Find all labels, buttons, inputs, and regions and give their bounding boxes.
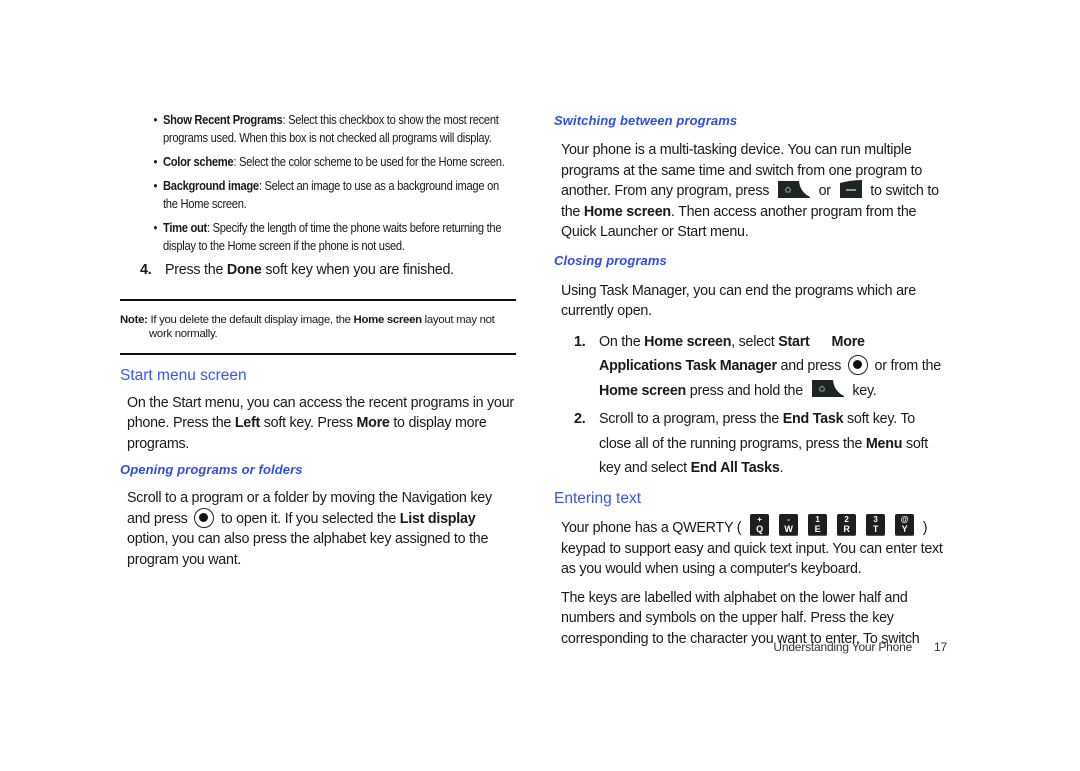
footer-section-title: Understanding Your Phone [773,640,913,654]
end-key-icon [839,179,863,199]
left-column: • Show Recent Programs: Select this check… [120,111,516,570]
navigation-ok-key-icon [847,355,868,376]
qwerty-key-y-icon: @ Y [894,513,914,536]
note-box: Note: If you delete the default display … [120,299,516,355]
bullet-item: • Background image: Select an image to us… [153,178,500,212]
qwerty-key-w-icon: -W [778,513,798,536]
closing-intro: Using Task Manager, you can end the prog… [561,282,916,320]
switching-paragraph: Your phone is a multi-tasking device. Yo… [561,142,939,240]
right-column: Switching between programs Your phone is… [554,111,950,649]
qwerty-key-q-icon: + Q [749,513,769,536]
bullet-icon: • [153,220,158,236]
subheading-closing-programs: Closing programs [554,252,667,268]
bullet-icon: • [153,178,158,194]
qwerty-key-t-icon: 3T [865,513,885,536]
page-number: 17 [934,640,947,654]
bullet-item: • Show Recent Programs: Select this check… [153,112,499,145]
page-footer: Understanding Your Phone 17 [773,640,947,654]
closing-step-2: 2. Scroll to a program, press the End Tas… [574,411,928,476]
bullet-item: • Time out: Specify the length of time th… [153,220,502,254]
home-key-icon [811,379,845,398]
note-bottom-divider [120,352,516,355]
section-heading-entering-text: Entering text [554,489,642,507]
step-4: 4. Press the Done soft key when you are f… [140,261,454,278]
closing-step-1: 1. On the Home screen, select Start MoreAp… [574,333,941,399]
subheading-switching-programs: Switching between programs [554,113,738,128]
settings-bullet-list: • Show Recent Programs: Select this check… [120,111,515,255]
opening-paragraph: Scroll to a program or a folder by movin… [127,490,492,568]
section-heading-start-menu: Start menu screen [120,366,247,384]
navigation-ok-key-icon [194,508,215,529]
entering-paragraph-1: Your phone has a QWERTY ( + Q - W 1 E 2 R 3 T @ Y )… [561,513,943,577]
qwerty-key-r-icon: 2R [836,513,856,536]
subheading-opening-programs: Opening programs or folders [120,462,303,478]
qwerty-key-e-icon: 1E [807,513,827,536]
home-key-icon [777,180,811,199]
manual-page: • Show Recent Programs: Select this check… [0,0,1080,771]
bullet-icon: • [153,154,158,170]
start-menu-paragraph: On the Start menu, you can access the re… [127,394,514,452]
bullet-icon: • [153,112,158,127]
bullet-item: • Color scheme: Select the color scheme t… [153,154,505,170]
note-label: Note: [120,314,148,327]
